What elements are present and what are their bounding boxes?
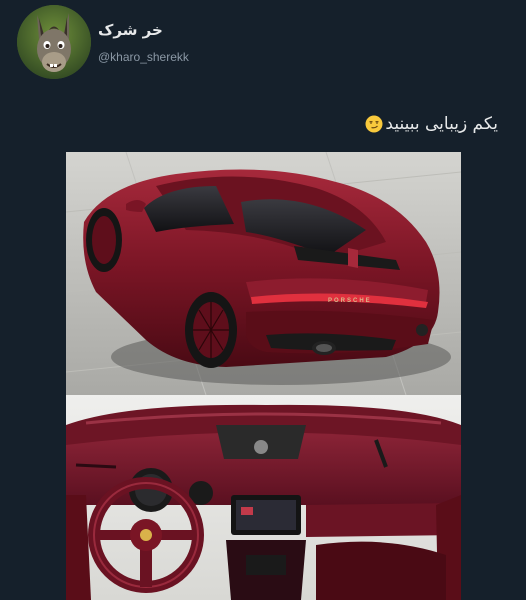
svg-text:PORSCHE: PORSCHE — [328, 298, 372, 304]
avatar[interactable] — [17, 5, 91, 79]
media-image-car-rear[interactable]: PORSCHE — [66, 152, 461, 395]
author-handle[interactable]: @kharo_sherekk — [98, 50, 189, 64]
tweet-text: یکم زیبایی ببینید — [365, 114, 498, 134]
author-display-name[interactable]: خر شرک — [98, 21, 178, 39]
media-image-car-interior[interactable] — [66, 395, 461, 600]
smirk-face-emoji-icon — [365, 115, 383, 133]
tweet-text-body: یکم زیبایی ببینید — [385, 114, 498, 134]
tweet-media[interactable]: PORSCHE — [66, 152, 461, 600]
donkey-avatar-icon — [17, 5, 91, 79]
tweet-view: خر شرک @kharo_sherekk یکم زیبایی ببینید — [0, 0, 526, 600]
